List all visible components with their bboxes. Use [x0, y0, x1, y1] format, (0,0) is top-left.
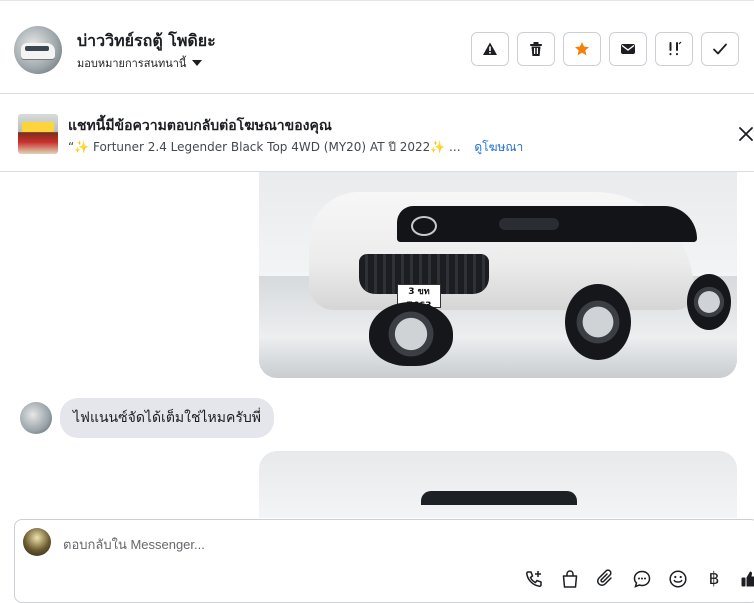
car-photo-message-2[interactable]: [259, 451, 737, 518]
close-icon[interactable]: [736, 124, 754, 144]
page-avatar: [23, 528, 51, 556]
mark-done-button[interactable]: [701, 32, 739, 66]
delete-button[interactable]: [517, 32, 555, 66]
follow-up-button[interactable]: [655, 32, 693, 66]
reply-composer: ฿: [14, 519, 754, 603]
shop-button[interactable]: [559, 568, 581, 590]
assign-label: มอบหมายการสนทนานี้: [77, 57, 187, 70]
star-icon: [575, 42, 589, 56]
chat-bubble-icon: [633, 570, 651, 588]
view-ad-link[interactable]: ดูโฆษณา: [474, 140, 523, 154]
assign-conversation-dropdown[interactable]: มอบหมายการสนทนานี้: [77, 54, 203, 72]
emoji-icon: [669, 570, 687, 588]
add-call-icon: [526, 571, 542, 587]
caret-down-icon: [192, 60, 203, 66]
message-bubble[interactable]: ไฟแนนซ์จัดได้เต็มใช่ไหมครับพี่: [60, 398, 274, 438]
ad-banner-title: แชทนี้มีข้อความตอบกลับต่อโฆษณาของคุณ: [68, 118, 332, 134]
mark-unread-button[interactable]: [609, 32, 647, 66]
ad-reply-banner: แชทนี้มีข้อความตอบกลับต่อโฆษณาของคุณ “✨ …: [0, 94, 754, 172]
message-thread[interactable]: 3 ขท 7663 ไฟแนนซ์จัดได้เต็มใช่ไหมครับพี่: [0, 172, 754, 518]
car-body: 3 ขท 7663: [309, 192, 731, 366]
contact-name[interactable]: บ่าววิทย์รถตู้ โพดิยะ: [77, 29, 216, 54]
bag-icon: [562, 570, 578, 588]
header-actions: [471, 32, 739, 66]
car-photo-message[interactable]: 3 ขท 7663: [259, 172, 737, 378]
saved-replies-button[interactable]: [631, 568, 653, 590]
incoming-message-row: ไฟแนนซ์จัดได้เต็มใช่ไหมครับพี่: [20, 398, 274, 438]
ad-text: “✨ Fortuner 2.4 Legender Black Top 4WD (…: [68, 140, 461, 154]
composer-toolbar: ฿: [523, 568, 754, 590]
sender-avatar[interactable]: [20, 402, 52, 434]
paperclip-icon: [596, 569, 612, 587]
ad-banner-subtitle: “✨ Fortuner 2.4 Legender Black Top 4WD (…: [68, 138, 523, 157]
report-spam-button[interactable]: [471, 32, 509, 66]
toyota-logo-icon: [411, 216, 437, 236]
payment-button[interactable]: ฿: [703, 568, 725, 590]
baht-icon: ฿: [708, 569, 720, 589]
conversation-header: บ่าววิทย์รถตู้ โพดิยะ มอบหมายการสนทนานี้: [0, 0, 754, 94]
reply-input[interactable]: [63, 534, 663, 554]
ad-thumbnail[interactable]: [18, 114, 58, 154]
warning-icon: [483, 42, 497, 55]
thumbs-up-icon: [741, 571, 754, 587]
contact-avatar[interactable]: [14, 26, 62, 74]
check-icon: [713, 43, 727, 55]
star-button[interactable]: [563, 32, 601, 66]
emoji-button[interactable]: [667, 568, 689, 590]
envelope-icon: [621, 44, 635, 54]
add-call-button[interactable]: [523, 568, 545, 590]
attach-button[interactable]: [595, 568, 617, 590]
trash-icon: [530, 42, 542, 56]
like-button[interactable]: [739, 568, 754, 590]
follow-up-icon: [669, 41, 682, 56]
